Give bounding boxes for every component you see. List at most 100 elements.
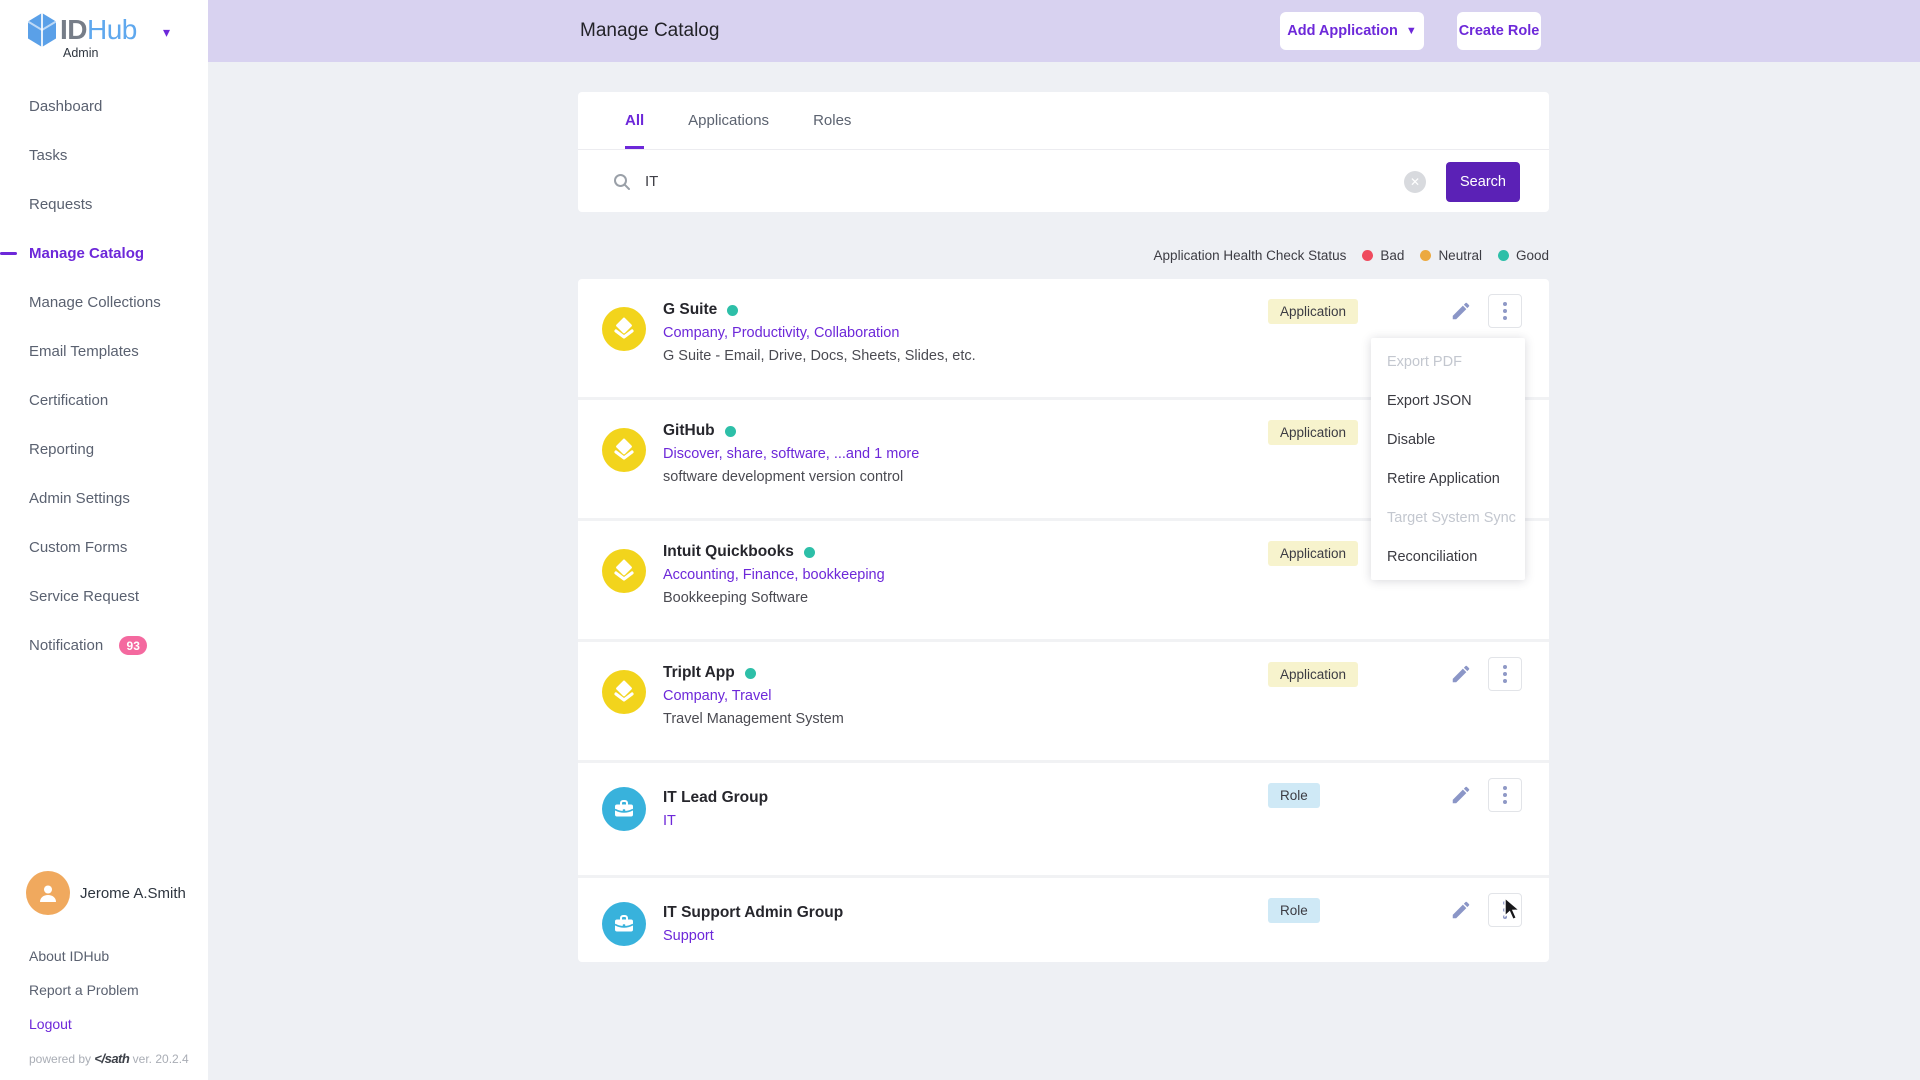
item-description: Travel Management System [663,711,844,727]
chevron-down-icon[interactable]: ▾ [163,24,170,41]
kebab-menu-button[interactable] [1488,778,1522,812]
type-badge: Role [1268,783,1320,808]
bad-dot-icon [1362,250,1373,261]
legend-good: Good [1498,248,1549,263]
health-good-dot [725,426,736,437]
menu-item-retire-application[interactable]: Retire Application [1371,459,1525,498]
item-categories[interactable]: Discover, share, software, ...and 1 more [663,446,919,462]
item-categories[interactable]: IT [663,813,768,829]
menu-item-export-json[interactable]: Export JSON [1371,381,1525,420]
vendor-logo: </sath [94,1051,129,1066]
health-good-dot [804,547,815,558]
tab-applications[interactable]: Applications [688,92,769,149]
item-title[interactable]: GitHub [663,422,715,440]
item-description: Bookkeeping Software [663,590,885,606]
sidebar-item-dashboard[interactable]: Dashboard [0,82,208,131]
search-row: ✕ Search [578,151,1549,212]
item-title[interactable]: IT Lead Group [663,789,768,807]
role-briefcase-icon [602,787,646,831]
item-title[interactable]: IT Support Admin Group [663,904,843,922]
avatar[interactable] [26,871,70,915]
type-badge: Application [1268,299,1358,324]
kebab-menu-button[interactable] [1488,893,1522,927]
sidebar-item-label: Notification [29,637,103,654]
add-application-label: Add Application [1287,23,1398,39]
menu-item-target-system-sync: Target System Sync [1371,498,1525,537]
report-problem-link[interactable]: Report a Problem [0,973,208,1007]
sidebar-nav: Dashboard Tasks Requests Manage Catalog … [0,82,208,670]
context-menu: Export PDF Export JSON Disable Retire Ap… [1371,338,1525,580]
edit-icon[interactable] [1450,784,1472,806]
application-layers-icon [602,670,646,714]
application-layers-icon [602,307,646,351]
item-title[interactable]: G Suite [663,301,717,319]
menu-item-reconciliation[interactable]: Reconciliation [1371,537,1525,576]
tab-roles[interactable]: Roles [813,92,851,149]
item-description: software development version control [663,469,919,485]
sidebar-item-tasks[interactable]: Tasks [0,131,208,180]
health-legend-label: Application Health Check Status [1154,248,1347,263]
sidebar-item-service-request[interactable]: Service Request [0,572,208,621]
table-row: IT Lead Group IT Role [578,763,1549,875]
health-good-dot [745,668,756,679]
good-dot-icon [1498,250,1509,261]
sidebar-item-admin-settings[interactable]: Admin Settings [0,474,208,523]
health-good-dot [727,305,738,316]
application-layers-icon [602,549,646,593]
health-legend: Application Health Check Status Bad Neut… [578,248,1549,263]
user-name: Jerome A.Smith [80,871,186,915]
powered-by: powered by </sath ver. 20.2.4 [0,1041,208,1080]
legend-bad: Bad [1362,248,1404,263]
create-role-label: Create Role [1459,23,1540,39]
idhub-hexagon-icon [26,12,58,48]
brand-wordmark: IDHub [60,14,137,46]
type-badge: Application [1268,541,1358,566]
chevron-down-icon: ▼ [1406,25,1417,37]
menu-item-disable[interactable]: Disable [1371,420,1525,459]
sidebar-item-email-templates[interactable]: Email Templates [0,327,208,376]
create-role-button[interactable]: Create Role [1457,12,1541,50]
legend-neutral: Neutral [1420,248,1482,263]
sidebar-item-requests[interactable]: Requests [0,180,208,229]
about-idhub-link[interactable]: About IDHub [0,939,208,973]
brand-subtitle: Admin [63,46,98,60]
search-input[interactable] [645,173,1404,190]
search-icon [612,172,632,192]
role-briefcase-icon [602,902,646,946]
sidebar: IDHub Admin ▾ Dashboard Tasks Requests M… [0,0,208,1080]
sidebar-item-notification[interactable]: Notification 93 [0,621,208,670]
sidebar-item-certification[interactable]: Certification [0,376,208,425]
logout-link[interactable]: Logout [0,1007,208,1041]
user-icon [36,881,60,905]
item-title[interactable]: TripIt App [663,664,735,682]
kebab-menu-button[interactable] [1488,657,1522,691]
search-card: All Applications Roles ✕ Search [578,92,1549,212]
item-categories[interactable]: Company, Travel [663,688,844,704]
type-badge: Application [1268,662,1358,687]
type-badge: Application [1268,420,1358,445]
table-row: IT Support Admin Group Support Role [578,878,1549,962]
tab-bar: All Applications Roles [578,92,1549,150]
item-categories[interactable]: Company, Productivity, Collaboration [663,325,976,341]
sidebar-item-custom-forms[interactable]: Custom Forms [0,523,208,572]
item-description: G Suite - Email, Drive, Docs, Sheets, Sl… [663,348,976,364]
item-categories[interactable]: Support [663,928,843,944]
page-title: Manage Catalog [580,0,719,62]
edit-icon[interactable] [1450,300,1472,322]
sidebar-item-manage-catalog[interactable]: Manage Catalog [0,229,208,278]
neutral-dot-icon [1420,250,1431,261]
sidebar-item-reporting[interactable]: Reporting [0,425,208,474]
tab-all[interactable]: All [625,92,644,149]
menu-item-export-pdf: Export PDF [1371,342,1525,381]
sidebar-item-manage-collections[interactable]: Manage Collections [0,278,208,327]
clear-search-icon[interactable]: ✕ [1404,171,1426,193]
item-title[interactable]: Intuit Quickbooks [663,543,794,561]
search-button[interactable]: Search [1446,162,1520,202]
table-row: TripIt App Company, Travel Travel Manage… [578,642,1549,760]
edit-icon[interactable] [1450,663,1472,685]
edit-icon[interactable] [1450,899,1472,921]
item-categories[interactable]: Accounting, Finance, bookkeeping [663,567,885,583]
top-bar: Manage Catalog Add Application ▼ Create … [208,0,1920,62]
add-application-button[interactable]: Add Application ▼ [1280,12,1424,50]
kebab-menu-button[interactable] [1488,294,1522,328]
